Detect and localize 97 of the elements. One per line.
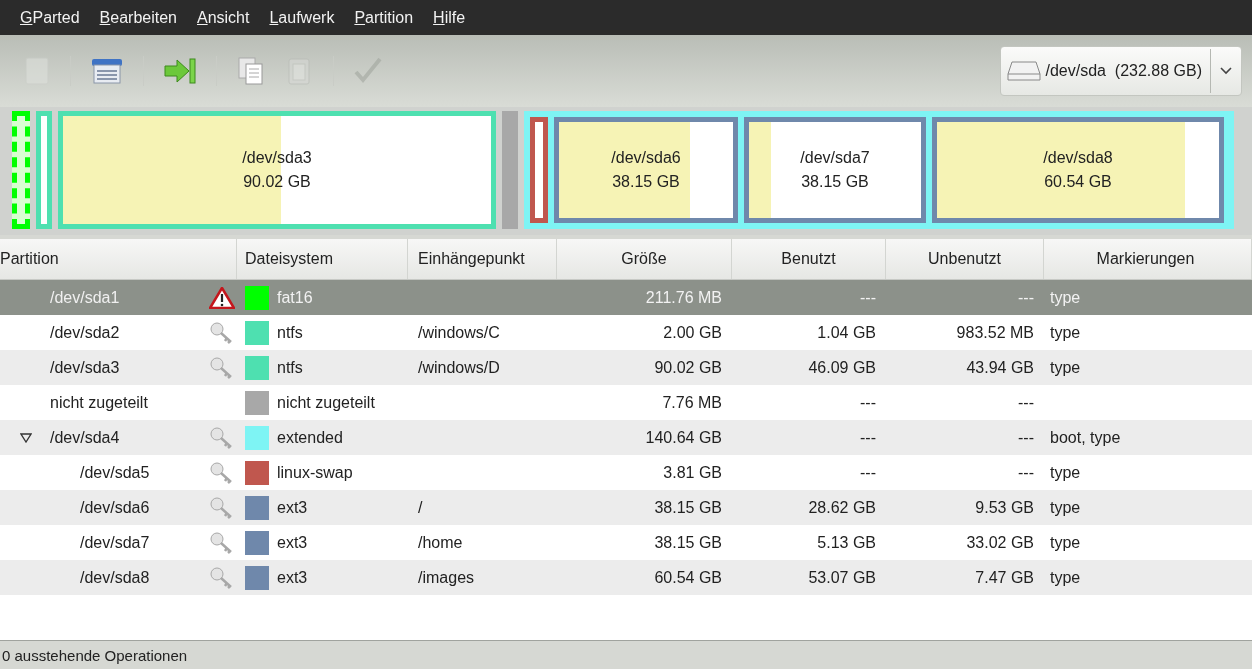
arrow-icon [162, 55, 198, 87]
menu-item[interactable]: Laufwerk [259, 8, 345, 27]
partition-name: /dev/sda3 [242, 148, 312, 168]
table-cell: 28.62 GB [808, 498, 876, 517]
partition-block[interactable]: /dev/sda6 38.15 GB [554, 117, 738, 223]
table-cell: /images [418, 568, 475, 587]
table-row[interactable]: /dev/sda4 extended 140.64 GB --- --- boot, type [0, 420, 1252, 455]
table-cell: 2.00 GB [663, 323, 722, 342]
column-header[interactable]: Benutzt [732, 239, 886, 279]
table-cell-text: /dev/sda6 [80, 498, 151, 517]
table-cell: nicht zugeteilt [277, 393, 375, 412]
table-cell: /home [418, 533, 463, 552]
partition-block[interactable]: /dev/sda8 60.54 GB [932, 117, 1224, 223]
status-text: 0 ausstehende Operationen [2, 646, 188, 664]
partition-size: 38.15 GB [612, 172, 680, 192]
table-cell-text: /dev/sda8 [80, 568, 151, 587]
table-cell: ext3 [277, 498, 308, 517]
table-cell: 53.07 GB [808, 568, 876, 587]
table-cell: type [1050, 358, 1081, 377]
table-cell-text: /dev/sda2 [50, 323, 121, 342]
table-cell: 1.04 GB [817, 323, 876, 342]
table-cell: fat16 [277, 288, 313, 307]
unallocated-block[interactable] [502, 111, 518, 229]
table-cell: --- [1018, 463, 1034, 482]
table-cell: boot, type [1050, 428, 1121, 447]
table-cell: /windows/D [418, 358, 500, 377]
table-cell: 60.54 GB [654, 568, 722, 587]
table-cell: --- [860, 393, 876, 412]
column-header[interactable]: Größe [557, 239, 732, 279]
table-cell: 7.76 MB [662, 393, 722, 412]
menu-item[interactable]: Partition [344, 8, 424, 27]
table-cell: 211.76 MB [645, 288, 722, 307]
expander-icon[interactable] [20, 432, 32, 443]
table-cell: --- [1018, 288, 1034, 307]
table-cell-text: /dev/sda4 [50, 428, 121, 447]
table-cell: type [1050, 463, 1081, 482]
table-cell: 38.15 GB [654, 498, 722, 517]
partition-size: 60.54 GB [1044, 172, 1112, 192]
table-cell: type [1050, 323, 1081, 342]
table-cell: ntfs [277, 323, 303, 342]
table-cell: 5.13 GB [817, 533, 876, 552]
partition-block[interactable] [530, 117, 548, 223]
table-cell: --- [1018, 393, 1034, 412]
table-cell: 140.64 GB [645, 428, 722, 447]
warning-icon [209, 286, 235, 309]
table-cell: 90.02 GB [654, 358, 722, 377]
menu-item[interactable]: Hilfe [423, 8, 476, 27]
partition-size: 90.02 GB [243, 172, 311, 192]
table-cell-text: nicht zugeteilt [50, 393, 149, 412]
table-cell: 7.47 GB [975, 568, 1034, 587]
table-cell: extended [277, 428, 343, 447]
table-cell-text: /dev/sda7 [80, 533, 151, 552]
table-cell: linux-swap [277, 463, 353, 482]
column-header[interactable]: Dateisystem [237, 239, 408, 279]
table-cell: type [1050, 533, 1081, 552]
table-cell: --- [860, 463, 876, 482]
menu-item[interactable]: GParted [10, 8, 90, 27]
table-cell: --- [1018, 428, 1034, 447]
partition-block[interactable]: /dev/sda3 90.02 GB [58, 111, 496, 229]
column-header[interactable]: Partition [0, 239, 237, 279]
chevron-down-icon [1219, 66, 1233, 76]
extended-partition-block[interactable]: /dev/sda6 38.15 GB /dev/sda7 38.15 GB /dev/sda8 60.54 GB [524, 111, 1234, 229]
table-cell-text: /dev/sda3 [50, 358, 121, 377]
table-cell: 9.53 GB [975, 498, 1034, 517]
table-cell: --- [860, 428, 876, 447]
partition-name: /dev/sda7 [800, 148, 870, 168]
partition-name: /dev/sda6 [611, 148, 681, 168]
table-cell: ntfs [277, 358, 303, 377]
table-cell: type [1050, 498, 1081, 517]
hard-drive-icon [1007, 59, 1042, 83]
partition-name: /dev/sda8 [1043, 148, 1113, 168]
table-cell: type [1050, 288, 1081, 307]
table-cell: type [1050, 568, 1081, 587]
table-cell: 38.15 GB [654, 533, 722, 552]
table-cell: /windows/C [418, 323, 500, 342]
column-header[interactable]: Einhängepunkt [408, 239, 557, 279]
menu-item[interactable]: Ansicht [187, 8, 260, 27]
table-row[interactable]: /dev/sda6 ext3 / 38.15 GB 28.62 GB 9.53 GB type [0, 490, 1252, 525]
device-dropdown[interactable]: /dev/sda (232.88 GB) [1000, 46, 1242, 96]
menu-item[interactable]: Bearbeiten [89, 8, 187, 27]
table-cell: 33.02 GB [966, 533, 1034, 552]
table-cell-text: /dev/sda5 [80, 463, 151, 482]
table-cell-text: /dev/sda1 [50, 288, 121, 307]
partition-size: 38.15 GB [801, 172, 869, 192]
table-row[interactable]: /dev/sda8 ext3 /images 60.54 GB 53.07 GB 7.47 GB type [0, 560, 1252, 595]
column-header[interactable]: Unbenutzt [886, 239, 1044, 279]
table-row[interactable]: /dev/sda3 ntfs /windows/D 90.02 GB 46.09 GB 43.94 GB type [0, 350, 1252, 385]
table-cell: ext3 [277, 533, 308, 552]
table-cell: 3.81 GB [663, 463, 722, 482]
column-header[interactable]: Markierungen [1044, 239, 1252, 279]
table-cell: ext3 [277, 568, 308, 587]
table-cell: 46.09 GB [808, 358, 876, 377]
table-cell: / [418, 498, 423, 517]
table-cell: 43.94 GB [966, 358, 1034, 377]
table-cell: 983.52 MB [956, 323, 1034, 342]
table-cell: --- [860, 288, 876, 307]
partition-block[interactable]: /dev/sda7 38.15 GB [744, 117, 926, 223]
